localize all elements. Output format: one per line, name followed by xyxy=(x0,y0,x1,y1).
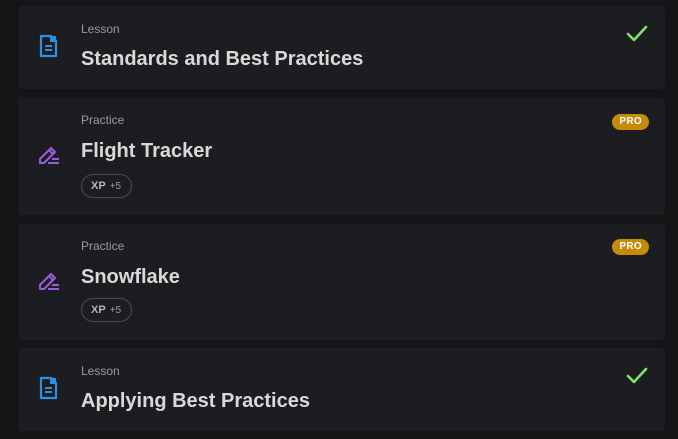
item-type-label: Lesson xyxy=(81,22,120,36)
list-item-lesson[interactable]: Lesson Standards and Best Practices xyxy=(18,6,665,89)
xp-value: +5 xyxy=(109,304,122,316)
checkmark-icon xyxy=(626,25,648,42)
item-title: Standards and Best Practices xyxy=(81,48,364,70)
item-title: Applying Best Practices xyxy=(81,390,310,412)
xp-value: +5 xyxy=(109,180,122,192)
list-item-lesson[interactable]: Lesson Applying Best Practices xyxy=(18,348,665,431)
pro-badge: PRO xyxy=(612,114,649,130)
xp-label: XP xyxy=(91,304,106,316)
document-icon xyxy=(39,34,58,58)
pencil-icon xyxy=(39,147,59,164)
xp-label: XP xyxy=(91,180,106,192)
pencil-icon xyxy=(39,273,59,290)
item-type-label: Practice xyxy=(81,239,125,253)
document-icon xyxy=(39,376,58,400)
item-title: Flight Tracker xyxy=(81,140,213,162)
item-type-label: Practice xyxy=(81,113,125,127)
lesson-list: Lesson Standards and Best Practices Prac… xyxy=(0,0,678,439)
list-item-practice[interactable]: Practice Flight Tracker XP +5 PRO xyxy=(18,98,665,215)
list-item-practice[interactable]: Practice Snowflake XP +5 PRO xyxy=(18,224,665,340)
xp-badge: XP +5 xyxy=(81,174,133,198)
checkmark-icon xyxy=(626,367,648,384)
xp-badge: XP +5 xyxy=(81,298,133,322)
pro-badge: PRO xyxy=(612,239,649,255)
item-type-label: Lesson xyxy=(81,364,120,378)
item-title: Snowflake xyxy=(81,266,180,288)
